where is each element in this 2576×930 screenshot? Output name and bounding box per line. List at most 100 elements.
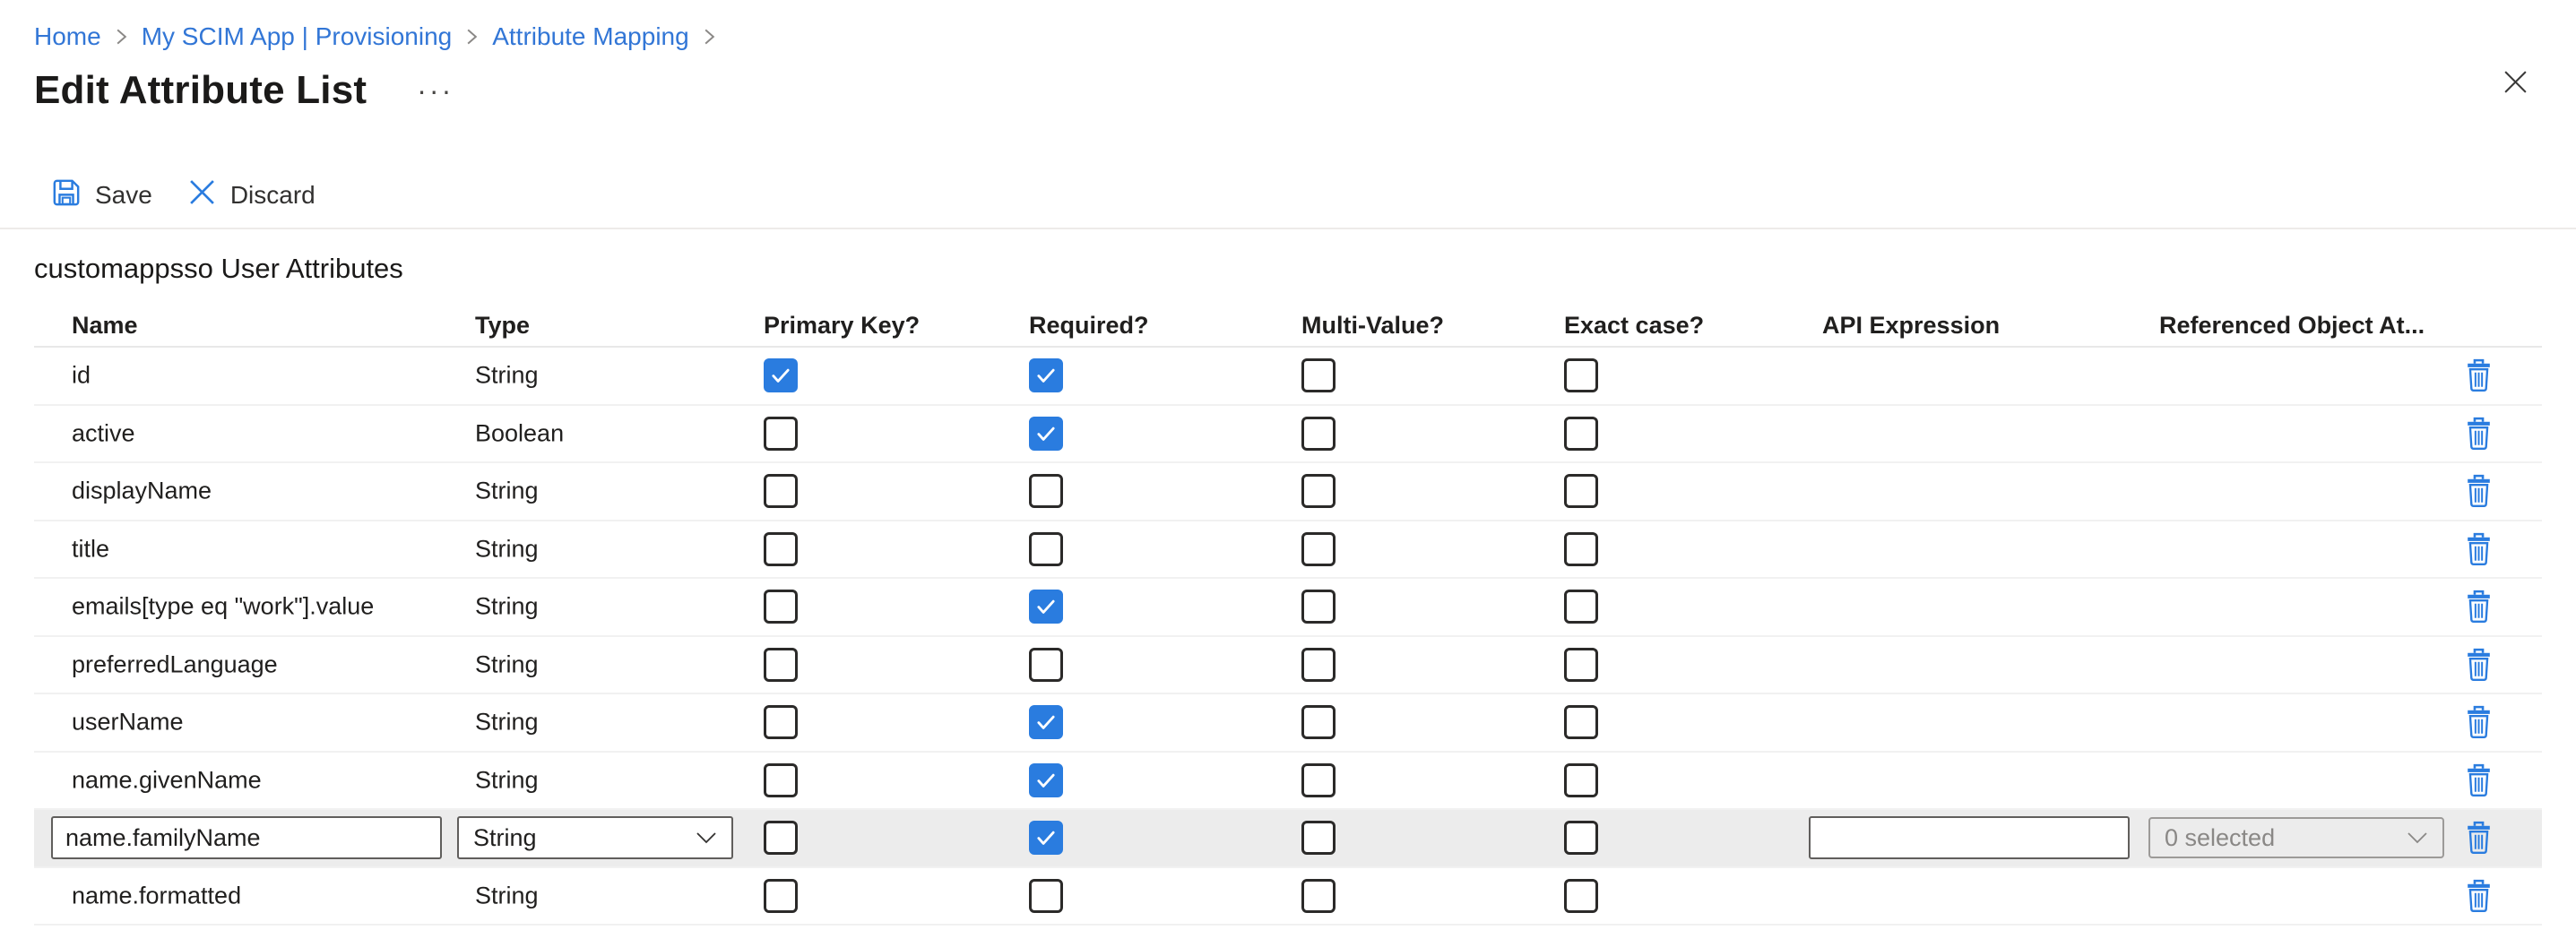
multi-value-checkbox[interactable] bbox=[1301, 648, 1336, 682]
primary-key-checkbox[interactable] bbox=[764, 763, 798, 797]
required-checkbox[interactable] bbox=[1029, 532, 1063, 566]
multi-value-checkbox[interactable] bbox=[1301, 821, 1336, 855]
exact-case-checkbox[interactable] bbox=[1564, 879, 1598, 913]
attribute-table-body: idStringactiveBooleandisplayNameStringti… bbox=[34, 348, 2542, 926]
title-bar: Edit Attribute List ··· bbox=[34, 63, 2542, 118]
attribute-table: Name Type Primary Key? Required? Multi-V… bbox=[34, 296, 2542, 926]
required-checkbox[interactable] bbox=[1029, 705, 1063, 739]
attribute-name-input[interactable] bbox=[51, 816, 442, 859]
multi-value-checkbox[interactable] bbox=[1301, 417, 1336, 451]
attribute-row: preferredLanguageString bbox=[34, 637, 2542, 695]
primary-key-checkbox[interactable] bbox=[764, 474, 798, 508]
primary-key-checkbox[interactable] bbox=[764, 532, 798, 566]
save-label: Save bbox=[95, 181, 152, 210]
multi-value-checkbox[interactable] bbox=[1301, 590, 1336, 624]
exact-case-checkbox[interactable] bbox=[1564, 474, 1598, 508]
save-icon bbox=[52, 178, 81, 213]
page-title: Edit Attribute List bbox=[34, 68, 367, 113]
primary-key-checkbox[interactable] bbox=[764, 705, 798, 739]
referenced-object-select[interactable]: 0 selected bbox=[2148, 817, 2444, 858]
attribute-row: activeBoolean bbox=[34, 406, 2542, 464]
chevron-right-icon bbox=[466, 27, 478, 47]
multi-value-checkbox[interactable] bbox=[1301, 879, 1336, 913]
trash-icon bbox=[2465, 531, 2493, 566]
primary-key-checkbox[interactable] bbox=[764, 879, 798, 913]
column-header-referenced-object: Referenced Object At... bbox=[2159, 312, 2425, 340]
attribute-row: idString bbox=[34, 348, 2542, 406]
exact-case-checkbox[interactable] bbox=[1564, 648, 1598, 682]
required-checkbox[interactable] bbox=[1029, 474, 1063, 508]
checkmark-icon bbox=[1033, 710, 1059, 735]
save-button[interactable]: Save bbox=[52, 178, 152, 213]
trash-icon bbox=[2465, 878, 2493, 913]
delete-attribute-button[interactable] bbox=[2463, 761, 2494, 799]
checkmark-icon bbox=[1033, 363, 1059, 388]
column-header-primary-key: Primary Key? bbox=[764, 312, 920, 340]
more-commands-button[interactable]: ··· bbox=[411, 76, 459, 105]
referenced-object-value: 0 selected bbox=[2165, 824, 2275, 852]
attribute-type: String bbox=[475, 882, 539, 909]
discard-button[interactable]: Discard bbox=[188, 178, 316, 212]
delete-attribute-button[interactable] bbox=[2463, 357, 2494, 395]
required-checkbox[interactable] bbox=[1029, 821, 1063, 855]
delete-attribute-button[interactable] bbox=[2463, 645, 2494, 684]
attribute-name: displayName bbox=[72, 478, 212, 505]
required-checkbox[interactable] bbox=[1029, 358, 1063, 392]
delete-attribute-button[interactable] bbox=[2463, 472, 2494, 511]
delete-attribute-button[interactable] bbox=[2463, 703, 2494, 742]
primary-key-checkbox[interactable] bbox=[764, 821, 798, 855]
exact-case-checkbox[interactable] bbox=[1564, 358, 1598, 392]
attribute-name: active bbox=[72, 419, 135, 447]
exact-case-checkbox[interactable] bbox=[1564, 532, 1598, 566]
delete-attribute-button[interactable] bbox=[2463, 414, 2494, 452]
attribute-row: name.givenNameString bbox=[34, 753, 2542, 811]
multi-value-checkbox[interactable] bbox=[1301, 358, 1336, 392]
primary-key-checkbox[interactable] bbox=[764, 417, 798, 451]
attribute-type: String bbox=[475, 650, 539, 678]
attribute-name: emails[type eq "work"].value bbox=[72, 593, 374, 621]
multi-value-checkbox[interactable] bbox=[1301, 532, 1336, 566]
exact-case-checkbox[interactable] bbox=[1564, 705, 1598, 739]
exact-case-checkbox[interactable] bbox=[1564, 763, 1598, 797]
required-checkbox[interactable] bbox=[1029, 879, 1063, 913]
primary-key-checkbox[interactable] bbox=[764, 358, 798, 392]
required-checkbox[interactable] bbox=[1029, 763, 1063, 797]
section-heading: customappsso User Attributes bbox=[34, 253, 2542, 285]
attribute-type: String bbox=[475, 709, 539, 736]
chevron-down-icon bbox=[2407, 831, 2428, 844]
trash-icon bbox=[2465, 647, 2493, 682]
delete-attribute-button[interactable] bbox=[2463, 530, 2494, 568]
multi-value-checkbox[interactable] bbox=[1301, 705, 1336, 739]
attribute-row: name.formattedString bbox=[34, 868, 2542, 926]
column-header-api-expression: API Expression bbox=[1822, 312, 2000, 340]
required-checkbox[interactable] bbox=[1029, 590, 1063, 624]
exact-case-checkbox[interactable] bbox=[1564, 590, 1598, 624]
exact-case-checkbox[interactable] bbox=[1564, 417, 1598, 451]
exact-case-checkbox[interactable] bbox=[1564, 821, 1598, 855]
primary-key-checkbox[interactable] bbox=[764, 648, 798, 682]
trash-icon bbox=[2465, 705, 2493, 740]
attribute-name: id bbox=[72, 362, 91, 390]
breadcrumb-link-home[interactable]: Home bbox=[34, 22, 101, 51]
discard-label: Discard bbox=[230, 181, 316, 210]
multi-value-checkbox[interactable] bbox=[1301, 763, 1336, 797]
multi-value-checkbox[interactable] bbox=[1301, 474, 1336, 508]
api-expression-input[interactable] bbox=[1809, 816, 2130, 859]
column-header-name: Name bbox=[72, 312, 138, 340]
attribute-row: userNameString bbox=[34, 694, 2542, 753]
delete-attribute-button[interactable] bbox=[2463, 588, 2494, 626]
primary-key-checkbox[interactable] bbox=[764, 590, 798, 624]
trash-icon bbox=[2465, 358, 2493, 393]
attribute-type: String bbox=[475, 593, 539, 621]
attribute-type-select[interactable]: String bbox=[457, 816, 733, 859]
checkmark-icon bbox=[768, 363, 793, 388]
delete-attribute-button[interactable] bbox=[2463, 876, 2494, 915]
required-checkbox[interactable] bbox=[1029, 648, 1063, 682]
breadcrumb-link-provisioning[interactable]: My SCIM App | Provisioning bbox=[142, 22, 453, 51]
breadcrumb-link-attribute-mapping[interactable]: Attribute Mapping bbox=[492, 22, 688, 51]
attribute-row: String 0 selected bbox=[34, 810, 2542, 868]
close-button[interactable] bbox=[2498, 65, 2533, 102]
required-checkbox[interactable] bbox=[1029, 417, 1063, 451]
delete-attribute-button[interactable] bbox=[2463, 819, 2494, 857]
discard-x-icon bbox=[188, 178, 216, 212]
